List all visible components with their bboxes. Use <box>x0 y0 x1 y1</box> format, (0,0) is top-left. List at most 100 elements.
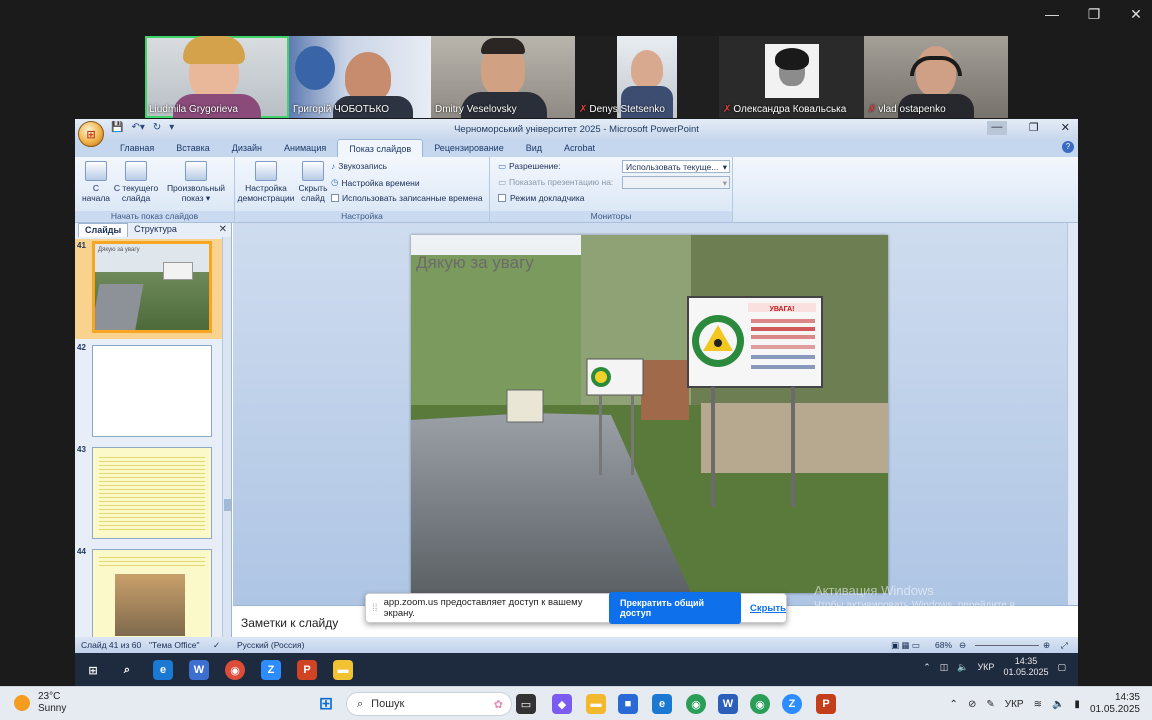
view-buttons[interactable]: ▣ ▦ ▭ <box>891 640 920 651</box>
setup-show-button[interactable]: Настройка демонстрации <box>235 161 297 203</box>
rehearse-timings-option[interactable]: ◷ Настройка времени <box>331 177 420 188</box>
start-icon[interactable]: ⊞ <box>83 660 103 680</box>
remote-clock[interactable]: 14:35 01.05.2025 <box>1003 656 1048 678</box>
language-indicator[interactable]: Русский (Россия) <box>237 640 304 650</box>
chrome-icon[interactable]: ◉ <box>686 694 706 714</box>
tab-slides[interactable]: Слайды <box>78 223 129 237</box>
search-box[interactable]: ⌕ Пошук ✿ <box>346 692 512 716</box>
sign-warning-text: УВАГА! <box>769 306 794 313</box>
chrome-icon[interactable]: ◉ <box>225 660 245 680</box>
zoom-slider[interactable] <box>975 645 1039 646</box>
use-timings-option[interactable]: Использовать записанные времена <box>331 193 483 203</box>
windows-start-icon[interactable]: ⊞ <box>316 694 336 714</box>
tab-insert[interactable]: Вставка <box>165 139 220 157</box>
store-icon[interactable]: ■ <box>618 694 638 714</box>
host-clock[interactable]: 14:35 01.05.2025 <box>1090 692 1140 716</box>
video-tile[interactable]: ✗ Denys Stetsenko <box>575 36 719 118</box>
restore-button[interactable]: ❐ <box>1029 121 1039 135</box>
edge-icon[interactable]: e <box>652 694 672 714</box>
word-icon[interactable]: W <box>189 660 209 680</box>
close-icon[interactable]: ✕ <box>1128 6 1144 23</box>
from-current-button[interactable]: С текущего слайда <box>113 161 159 203</box>
slide-thumbnail[interactable]: 43 <box>75 443 223 543</box>
tab-slideshow[interactable]: Показ слайдов <box>337 139 424 157</box>
video-tile[interactable]: Григорій ЧОБОТЬКО <box>289 36 431 118</box>
word-icon[interactable]: W <box>718 694 738 714</box>
pen-icon[interactable]: ✎ <box>986 699 994 710</box>
custom-show-button[interactable]: Произвольный показ ▾ <box>163 161 229 203</box>
zoom-out-icon[interactable]: ⊖ <box>959 640 966 651</box>
tab-acrobat[interactable]: Acrobat <box>553 139 606 157</box>
participant-name: Григорій ЧОБОТЬКО <box>293 104 389 115</box>
resolution-select[interactable]: Использовать текуще... ▾ <box>622 160 730 173</box>
restore-icon[interactable]: ❐ <box>1086 6 1102 23</box>
current-slide[interactable]: Дякую за увагу УВАГА! <box>411 235 888 593</box>
keyboard-lang[interactable]: УКР <box>977 662 994 672</box>
slide-thumbnail[interactable]: 44 <box>75 545 223 641</box>
video-tile[interactable]: Dmitry Veselovsky <box>431 36 575 118</box>
location-icon[interactable]: ⊘ <box>968 699 976 710</box>
tab-view[interactable]: Вид <box>515 139 553 157</box>
edge-icon[interactable]: e <box>153 660 173 680</box>
copilot-icon[interactable]: ◆ <box>552 694 572 714</box>
file-explorer-icon[interactable]: ▬ <box>333 660 353 680</box>
close-button[interactable]: ✕ <box>1061 121 1070 135</box>
network-icon[interactable]: ◫ <box>940 662 949 673</box>
search-icon[interactable]: ⌕ <box>117 660 137 680</box>
pane-scrollbar[interactable] <box>222 237 231 637</box>
task-view-icon[interactable]: ▭ <box>516 694 536 714</box>
zoom-app-icon[interactable]: Z <box>782 694 802 714</box>
slide-scrollbar[interactable] <box>1067 223 1078 605</box>
show-on-select[interactable]: ▾ <box>622 176 730 189</box>
powerpoint-icon[interactable]: P <box>816 694 836 714</box>
file-explorer-icon[interactable]: ▬ <box>586 694 606 714</box>
zoom-level[interactable]: 68% <box>935 640 952 650</box>
tab-outline[interactable]: Структура <box>128 223 183 237</box>
participant-name: Denys Stetsenko <box>589 104 665 115</box>
drag-handle-icon[interactable]: ⁞⁞ <box>372 603 378 614</box>
chevron-up-icon[interactable]: ⌃ <box>923 662 931 673</box>
minimize-icon[interactable]: — <box>1044 6 1060 23</box>
hide-slide-button[interactable]: Скрыть слайд <box>297 161 329 203</box>
close-icon[interactable]: ✕ <box>219 224 227 235</box>
presenter-view-checkbox[interactable] <box>498 194 506 202</box>
zoom-app-icon[interactable]: Z <box>261 660 281 680</box>
spellcheck-icon[interactable]: ✓ <box>213 640 220 651</box>
slide-thumbnail[interactable]: 42 <box>75 341 223 441</box>
resolution-icon: ▭ <box>498 161 507 171</box>
chrome-profile-icon[interactable]: ◉ <box>750 694 770 714</box>
tab-review[interactable]: Рецензирование <box>423 139 515 157</box>
tab-home[interactable]: Главная <box>109 139 165 157</box>
powerpoint-icon[interactable]: P <box>297 660 317 680</box>
notification-icon[interactable]: ▢ <box>1057 662 1066 673</box>
ribbon: С начала С текущего слайда Произвольный … <box>75 157 1078 223</box>
slide-title[interactable]: Дякую за увагу <box>416 253 534 273</box>
video-tile[interactable]: Liudmila Grygorieva <box>145 36 289 118</box>
slide-thumbnail[interactable]: 41 Дякую за увагу <box>75 239 223 339</box>
use-timings-checkbox[interactable] <box>331 194 339 202</box>
notes-placeholder[interactable]: Заметки к слайду <box>241 616 338 630</box>
record-narration-option[interactable]: ♪ Звукозапись <box>331 161 387 171</box>
stop-sharing-button[interactable]: Прекратить общий доступ <box>609 592 741 624</box>
keyboard-lang[interactable]: УКР <box>1005 699 1024 710</box>
hide-link[interactable]: Скрыть <box>750 603 786 614</box>
video-tile[interactable]: ✗ Олександра Ковальська <box>719 36 864 118</box>
wifi-icon[interactable]: ≋ <box>1034 699 1042 710</box>
help-icon[interactable]: ? <box>1062 141 1074 153</box>
slide-photo: УВАГА! <box>411 235 888 593</box>
battery-icon[interactable]: ▮ <box>1074 699 1080 710</box>
from-start-button[interactable]: С начала <box>79 161 113 203</box>
theme-name: "Тема Office" <box>149 640 200 650</box>
presenter-view-option[interactable]: Режим докладчика <box>498 193 585 203</box>
zoom-in-icon[interactable]: ⊕ <box>1043 640 1050 651</box>
volume-icon[interactable]: 🔈 <box>1052 699 1064 710</box>
fit-window-icon[interactable]: ⤢ <box>1061 640 1068 651</box>
video-tile[interactable]: ✗ vlad ostapenko <box>864 36 1008 118</box>
weather-widget[interactable]: 23°C Sunny <box>14 691 66 715</box>
volume-icon[interactable]: 🔈 <box>957 662 968 673</box>
tab-animation[interactable]: Анимация <box>273 139 337 157</box>
office-button[interactable]: ⊞ <box>78 121 104 147</box>
tab-design[interactable]: Дизайн <box>221 139 273 157</box>
chevron-up-icon[interactable]: ⌃ <box>950 699 958 710</box>
minimize-button[interactable]: — <box>986 121 1007 135</box>
